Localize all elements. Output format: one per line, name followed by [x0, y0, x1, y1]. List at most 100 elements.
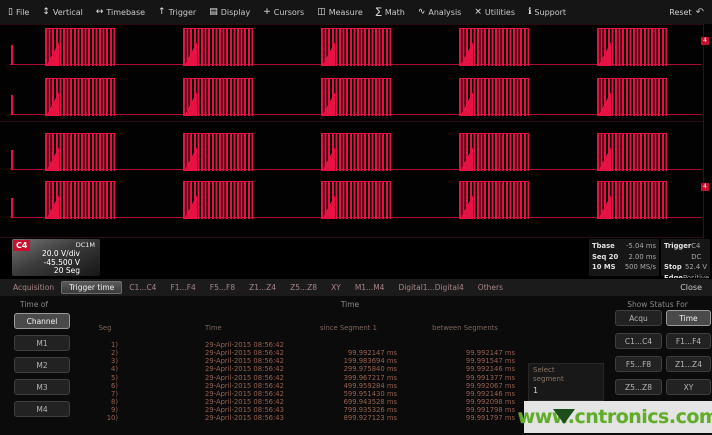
- table-cell: 29-April-2015 08:56:42: [205, 349, 290, 357]
- menu-item-file[interactable]: ▯File: [8, 8, 29, 17]
- info-value: 2.00 ms: [629, 252, 656, 263]
- tab-c1-c4[interactable]: C1...C4: [122, 281, 163, 294]
- watermark-text: www.cntronics.com: [518, 406, 712, 428]
- timebase-descriptor-row: Tbase-5.04 ms: [592, 241, 656, 252]
- select-segment-value: 1: [533, 386, 599, 395]
- status-for-f5-f8[interactable]: F5...F8: [615, 356, 662, 372]
- status-for-z1-z4[interactable]: Z1...Z4: [666, 356, 711, 372]
- file-icon: ▯: [8, 8, 13, 17]
- menu-item-timebase[interactable]: ↔Timebase: [96, 8, 145, 17]
- table-cell: 399.967217 ms: [300, 374, 397, 382]
- menu-item-measure[interactable]: ◫Measure: [317, 8, 363, 17]
- channel-coupling: DC1M: [76, 241, 95, 249]
- oscilloscope-app: ▯File ↕Vertical ↔Timebase ↑Trigger ▤Display +…: [0, 0, 712, 435]
- utilities-icon: ×: [474, 8, 482, 17]
- menu-item-utilities[interactable]: ×Utilities: [474, 8, 515, 17]
- status-for-c1-c4[interactable]: C1...C4: [615, 333, 662, 349]
- burst-ramp: [184, 147, 197, 171]
- menu-item-label: Analysis: [428, 8, 461, 17]
- menu-item-label: Timebase: [106, 8, 145, 17]
- tab-f5-f8[interactable]: F5...F8: [203, 281, 242, 294]
- waveform-display[interactable]: 44: [0, 24, 712, 238]
- menu-item-display[interactable]: ▤Display: [209, 8, 250, 17]
- menu-item-vertical[interactable]: ↕Vertical: [42, 8, 83, 17]
- timebase-descriptor-row: 10 MS500 MS/s: [592, 262, 656, 273]
- menu-item-support[interactable]: ℹSupport: [528, 8, 566, 17]
- waveform-burst: [597, 181, 667, 219]
- descriptor-row: C4 DC1M 20.0 V/div -45.500 V 20 Seg Tbas…: [0, 238, 712, 278]
- status-for-xy[interactable]: XY: [666, 379, 711, 395]
- burst-ramp: [598, 92, 611, 116]
- info-value: 52.4 V: [685, 262, 707, 273]
- table-cell: 7): [92, 390, 118, 398]
- table-cell: 29-April-2015 08:56:42: [205, 374, 290, 382]
- menu-item-label: Utilities: [485, 8, 515, 17]
- burst-ramp: [598, 147, 611, 171]
- waveform-burst: [183, 78, 253, 116]
- status-for-f1-f4[interactable]: F1...F4: [666, 333, 711, 349]
- watermark: www.cntronics.com: [524, 401, 712, 433]
- channel-select-m3[interactable]: M3: [14, 379, 70, 395]
- reset-button[interactable]: Reset: [669, 8, 691, 17]
- tabbar-tabs: AcquisitionTrigger timeC1...C4F1...F4F5.…: [6, 281, 510, 294]
- tab-acquisition[interactable]: Acquisition: [6, 281, 61, 294]
- close-button[interactable]: Close: [680, 283, 702, 292]
- tab-f1-f4[interactable]: F1...F4: [163, 281, 202, 294]
- menu-item-cursors[interactable]: +Cursors: [263, 8, 304, 17]
- burst-ramp: [460, 42, 473, 66]
- status-tabbar: AcquisitionTrigger timeC1...C4F1...F4F5.…: [0, 278, 712, 297]
- show-status-for-label: Show Status For: [605, 300, 710, 309]
- tab-z5-z8[interactable]: Z5...Z8: [283, 281, 324, 294]
- menu-item-math[interactable]: ∑Math: [376, 8, 405, 17]
- waveform-burst: [321, 78, 391, 116]
- table-cell: 4): [92, 365, 118, 373]
- burst-ramp: [598, 195, 611, 219]
- channel-select-channel[interactable]: Channel: [14, 313, 70, 329]
- status-for-acqu[interactable]: Acqu: [615, 310, 662, 326]
- table-cell: 99.992067 ms: [415, 382, 515, 390]
- trigger-level-marker: 4: [701, 37, 709, 45]
- trigger-descriptor[interactable]: TriggerC4 DCStop52.4 VEdgePositive: [661, 239, 710, 276]
- info-label: Stop: [664, 262, 682, 273]
- channel-select-m2[interactable]: M2: [14, 357, 70, 373]
- tab-trigger-time[interactable]: Trigger time: [61, 281, 122, 294]
- table-cell: 99.991377 ms: [415, 374, 515, 382]
- table-cell: 29-April-2015 08:56:42: [205, 365, 290, 373]
- channel-select-m4[interactable]: M4: [14, 401, 70, 417]
- waveform-burst: [45, 181, 115, 219]
- table-cell: 799.935326 ms: [300, 406, 397, 414]
- burst-ramp: [322, 147, 335, 171]
- table-cell: 899.927123 ms: [300, 414, 397, 422]
- menu-item-trigger[interactable]: ↑Trigger: [158, 8, 196, 17]
- tab-digital1-digital4[interactable]: Digital1...Digital4: [391, 281, 470, 294]
- support-icon: ℹ: [528, 8, 531, 17]
- tab-others[interactable]: Others: [471, 281, 510, 294]
- reset-icon[interactable]: ↶: [696, 7, 704, 18]
- burst-ramp: [322, 195, 335, 219]
- burst-ramp: [322, 42, 335, 66]
- menu-item-label: Cursors: [274, 8, 304, 17]
- info-label: Seq 20: [592, 252, 618, 263]
- status-for-z5-z8[interactable]: Z5...Z8: [615, 379, 662, 395]
- burst-ramp: [184, 195, 197, 219]
- tab-xy[interactable]: XY: [324, 281, 348, 294]
- grid-line-right: [703, 24, 704, 238]
- waveform-burst: [459, 78, 529, 116]
- tab-z1-z4[interactable]: Z1...Z4: [242, 281, 283, 294]
- table-cell: 99.991797 ms: [415, 414, 515, 422]
- tab-m1-m4[interactable]: M1...M4: [348, 281, 392, 294]
- waveform-burst: [183, 28, 253, 66]
- channel-descriptor-c4[interactable]: C4 DC1M 20.0 V/div -45.500 V 20 Seg: [12, 239, 100, 276]
- select-segment-field[interactable]: Select segment 1: [528, 363, 604, 401]
- info-label: Tbase: [592, 241, 615, 252]
- channel-select-m1[interactable]: M1: [14, 335, 70, 351]
- status-for-time[interactable]: Time: [666, 310, 711, 326]
- table-cell: 10): [92, 414, 118, 422]
- math-icon: ∑: [376, 8, 382, 17]
- waveform-burst: [321, 28, 391, 66]
- grid-line-top: [0, 24, 704, 25]
- waveform-burst: [45, 78, 115, 116]
- menu-item-analysis[interactable]: ∿Analysis: [418, 8, 462, 17]
- timebase-descriptor[interactable]: Tbase-5.04 msSeq 20 2.00 ms10 MS500 MS/s: [589, 239, 659, 276]
- menu-item-label: Display: [221, 8, 251, 17]
